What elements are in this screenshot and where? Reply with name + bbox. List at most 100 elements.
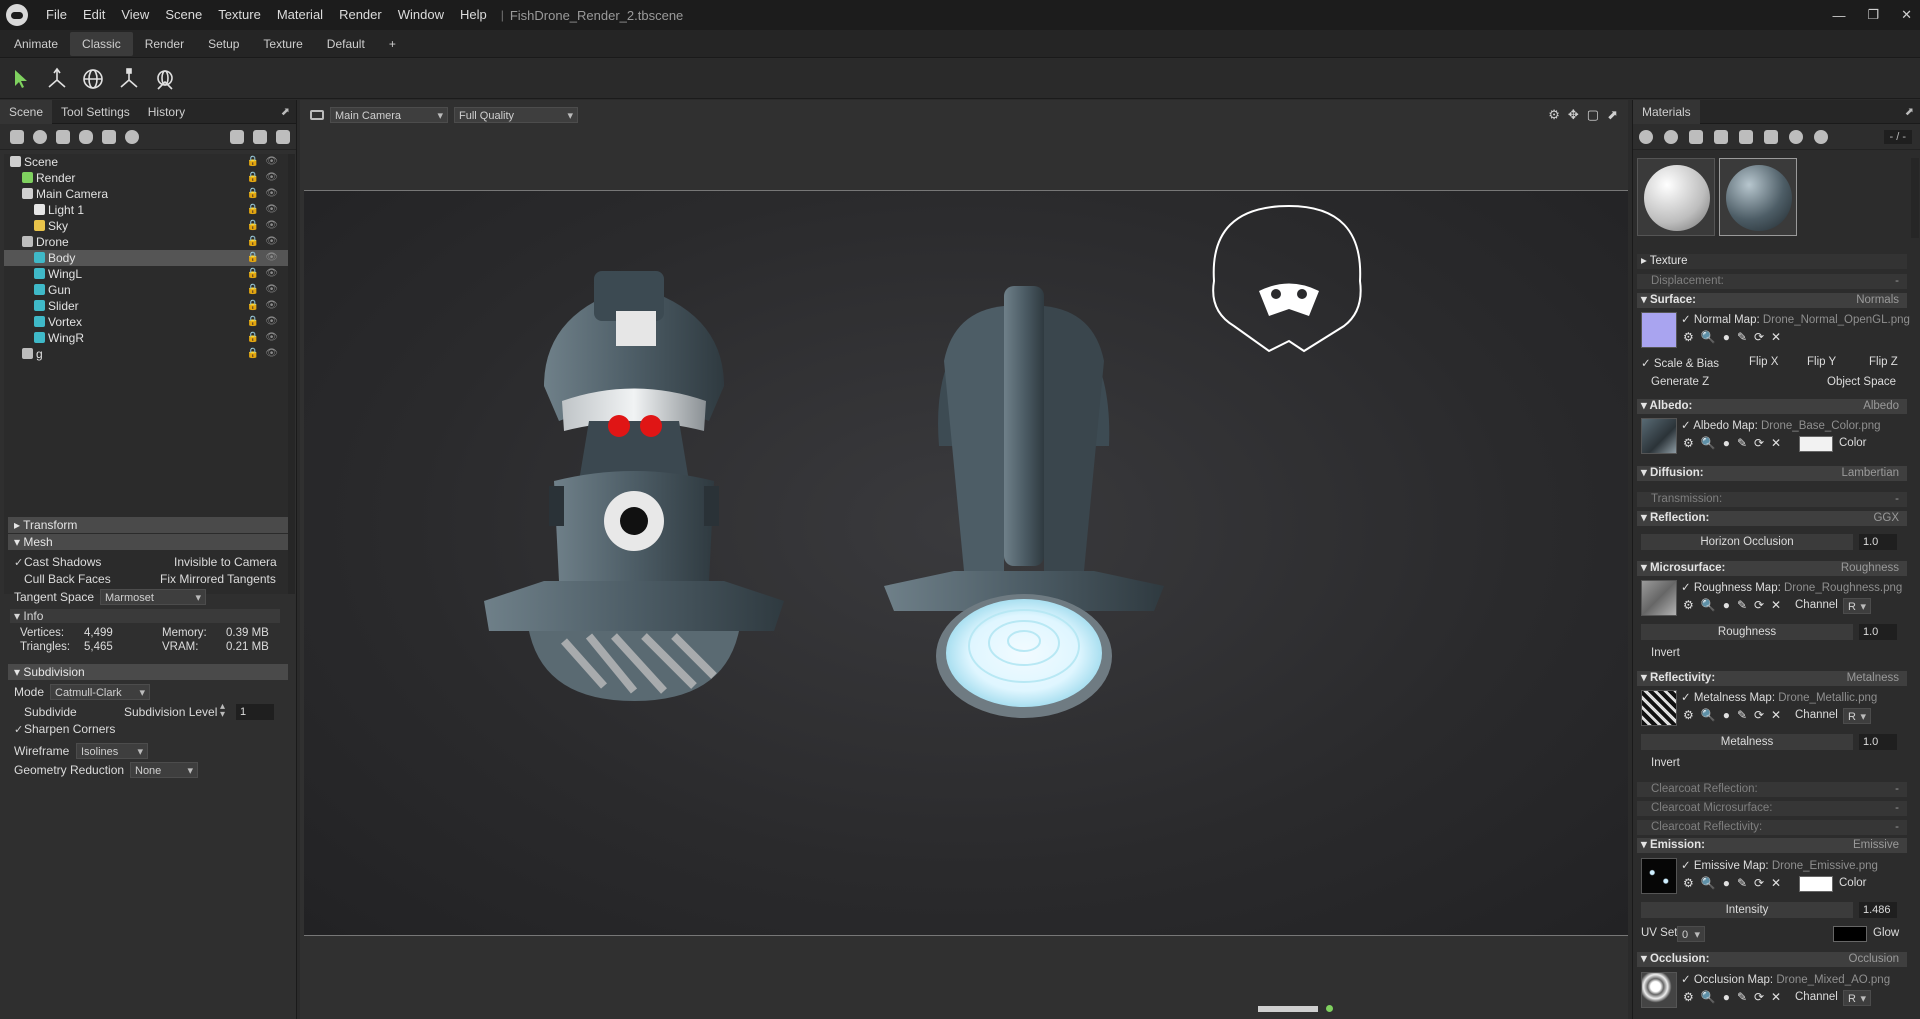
fix-mirrored-tangents-checkbox[interactable]: Fix Mirrored Tangents: [150, 572, 276, 586]
tab-classic[interactable]: Classic: [70, 31, 133, 56]
albedo-map-file[interactable]: Drone_Base_Color.png: [1761, 420, 1881, 432]
emissive-map-tools[interactable]: ⚙🔍●✎⟳✕: [1683, 876, 1788, 890]
tab-tool-settings[interactable]: Tool Settings: [52, 100, 139, 124]
emissive-map-thumb[interactable]: [1641, 858, 1677, 894]
universal-tool-icon[interactable]: [152, 66, 178, 92]
tree-item-drone[interactable]: Drone 🔒👁: [4, 234, 288, 250]
roughness-map-tools[interactable]: ⚙🔍●✎⟳✕: [1683, 598, 1788, 612]
menu-texture[interactable]: Texture: [210, 0, 269, 30]
undock-icon[interactable]: ⬈: [281, 105, 290, 118]
occlusion-map-tools[interactable]: ⚙🔍●✎⟳✕: [1683, 990, 1788, 1004]
add-camera-icon[interactable]: [56, 129, 70, 144]
albedo-section[interactable]: ▾ Albedo: Albedo: [1637, 399, 1907, 414]
mode-dropdown[interactable]: Catmull-Clark: [50, 684, 150, 701]
metalness-slider[interactable]: Metalness: [1641, 734, 1853, 750]
quality-dropdown[interactable]: Full Quality: [454, 107, 578, 124]
generate-z-checkbox[interactable]: Generate Z: [1651, 376, 1709, 388]
occlusion-map-thumb[interactable]: [1641, 972, 1677, 1008]
tab-animate[interactable]: Animate: [2, 32, 70, 56]
albedo-color-swatch[interactable]: [1799, 436, 1833, 452]
normal-map-file[interactable]: Drone_Normal_OpenGL.png: [1763, 314, 1910, 326]
tree-item-render[interactable]: Render 🔒👁: [4, 170, 288, 186]
material-thumb-drone[interactable]: [1719, 158, 1797, 236]
transmission-section[interactable]: Transmission: -: [1637, 492, 1907, 507]
reflectivity-section[interactable]: ▾ Reflectivity: Metalness: [1637, 671, 1907, 686]
tree-item-wingr[interactable]: WingR 🔒👁: [4, 330, 288, 346]
tree-item-body[interactable]: Body 🔒👁: [4, 250, 288, 266]
microsurface-section[interactable]: ▾ Microsurface: Roughness: [1637, 561, 1907, 576]
lock-visibility-icons[interactable]: 🔒👁: [247, 266, 284, 282]
menu-edit[interactable]: Edit: [75, 0, 113, 30]
albedo-map-thumb[interactable]: [1641, 418, 1677, 454]
viewport[interactable]: Main Camera Full Quality ⚙ ✥ ▢ ⬈: [300, 100, 1628, 1019]
occlusion-map-file[interactable]: Drone_Mixed_AO.png: [1776, 974, 1890, 986]
normal-map-thumb[interactable]: [1641, 312, 1677, 348]
emission-section[interactable]: ▾ Emission: Emissive: [1637, 838, 1907, 853]
add-material-icon[interactable]: [1639, 129, 1653, 144]
add-mesh-icon[interactable]: [10, 129, 24, 144]
menu-material[interactable]: Material: [269, 0, 331, 30]
menu-render[interactable]: Render: [331, 0, 390, 30]
occlusion-channel-dropdown[interactable]: R: [1843, 990, 1871, 1007]
albedo-map-tools[interactable]: ⚙🔍●✎⟳✕: [1683, 436, 1788, 450]
delete-material-icon[interactable]: [1739, 129, 1753, 144]
lock-visibility-icons[interactable]: 🔒👁: [247, 202, 284, 218]
metalness-channel-dropdown[interactable]: R: [1843, 708, 1871, 725]
wireframe-dropdown[interactable]: Isolines: [76, 743, 148, 760]
uv-set-dropdown[interactable]: 0: [1677, 926, 1705, 943]
roughness-invert-checkbox[interactable]: Invert: [1651, 647, 1680, 659]
flip-x-checkbox[interactable]: Flip X: [1749, 356, 1778, 368]
glow-color-swatch[interactable]: [1833, 926, 1867, 942]
roughness-value[interactable]: 1.0: [1859, 624, 1897, 640]
intensity-slider[interactable]: Intensity: [1641, 902, 1853, 918]
settings-gear-icon[interactable]: ⚙: [1548, 107, 1560, 123]
scale-tool-icon[interactable]: [116, 66, 142, 92]
geometry-reduction-dropdown[interactable]: None: [130, 762, 198, 779]
subdivide-checkbox[interactable]: Subdivide: [14, 705, 77, 719]
metalness-invert-checkbox[interactable]: Invert: [1651, 757, 1680, 769]
metalness-value[interactable]: 1.0: [1859, 734, 1897, 750]
menu-scene[interactable]: Scene: [157, 0, 210, 30]
occlusion-section[interactable]: ▾ Occlusion: Occlusion: [1637, 952, 1907, 967]
roughness-map-file[interactable]: Drone_Roughness.png: [1784, 582, 1902, 594]
surface-section[interactable]: ▾ Surface: Normals: [1637, 293, 1907, 308]
tab-texture[interactable]: Texture: [251, 32, 314, 56]
move-tool-icon[interactable]: [44, 66, 70, 92]
lock-visibility-icons[interactable]: 🔒👁: [247, 218, 284, 234]
reflection-section[interactable]: ▾ Reflection: GGX: [1637, 511, 1907, 526]
lock-visibility-icons[interactable]: 🔒👁: [247, 298, 284, 314]
clearcoat-reflectivity-section[interactable]: Clearcoat Reflectivity: -: [1637, 820, 1907, 835]
transform-section[interactable]: ▸ Transform: [8, 517, 288, 533]
flip-z-checkbox[interactable]: Flip Z: [1869, 356, 1898, 368]
material-grid-icon[interactable]: [1689, 129, 1703, 144]
pan-icon[interactable]: ✥: [1568, 107, 1579, 123]
tree-item-light-1[interactable]: Light 1 🔒👁: [4, 202, 288, 218]
intensity-value[interactable]: 1.486: [1859, 902, 1897, 918]
cull-back-faces-checkbox[interactable]: Cull Back Faces: [14, 572, 111, 586]
export-material-icon[interactable]: [1814, 129, 1828, 144]
material-thumb-white[interactable]: [1637, 158, 1715, 236]
cast-shadows-checkbox[interactable]: ✓Cast Shadows: [14, 555, 101, 569]
tab-history[interactable]: History: [139, 100, 194, 124]
tree-scrollbar[interactable]: [288, 154, 295, 594]
lock-visibility-icons[interactable]: 🔒👁: [247, 250, 284, 266]
horizon-occlusion-slider[interactable]: Horizon Occlusion: [1641, 534, 1853, 550]
menu-help[interactable]: Help: [452, 0, 495, 30]
duplicate-material-icon[interactable]: [1664, 129, 1678, 144]
lock-visibility-icons[interactable]: 🔒👁: [247, 234, 284, 250]
tab-scene[interactable]: Scene: [0, 99, 53, 124]
duplicate-icon[interactable]: [253, 129, 267, 144]
tree-item-vortex[interactable]: Vortex 🔒👁: [4, 314, 288, 330]
tree-item-gun[interactable]: Gun 🔒👁: [4, 282, 288, 298]
roughness-slider[interactable]: Roughness: [1641, 624, 1853, 640]
lock-visibility-icons[interactable]: 🔒👁: [247, 186, 284, 202]
lock-visibility-icons[interactable]: 🔒👁: [247, 314, 284, 330]
tree-item-slider[interactable]: Slider 🔒👁: [4, 298, 288, 314]
delete-icon[interactable]: [276, 129, 290, 144]
open-folder-icon[interactable]: [1714, 129, 1728, 144]
object-space-checkbox[interactable]: Object Space: [1827, 376, 1896, 388]
select-tool-icon[interactable]: [8, 66, 34, 92]
normal-map-tools[interactable]: ⚙🔍●✎⟳✕: [1683, 330, 1788, 344]
assign-material-icon[interactable]: [1764, 129, 1778, 144]
subdivision-section[interactable]: ▾ Subdivision: [8, 664, 288, 680]
